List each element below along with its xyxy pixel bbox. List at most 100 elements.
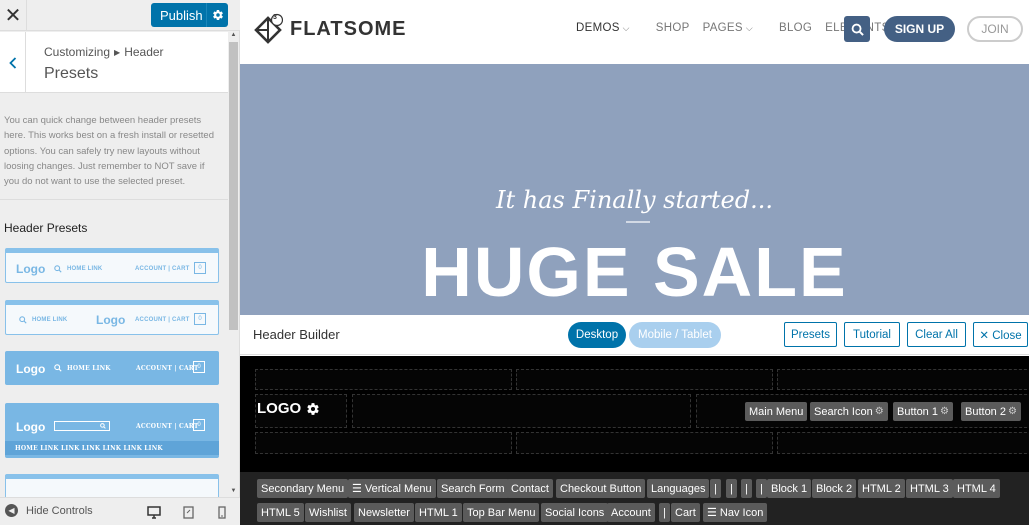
scrollbar-thumb[interactable] [229, 42, 238, 330]
header-builder-canvas: LOGO Main Menu Search Icon ⚙ Button 1 ⚙ Bu… [240, 356, 1029, 525]
header-builder-title: Header Builder [253, 327, 340, 342]
collapse-icon: ◀ [5, 504, 18, 517]
desktop-tab[interactable]: Desktop [568, 322, 626, 348]
element-search-icon[interactable]: Search Icon ⚙ [810, 402, 888, 421]
desktop-preview-icon[interactable] [146, 504, 162, 520]
mobile-preview-icon[interactable] [214, 504, 230, 520]
tutorial-button[interactable]: Tutorial [844, 322, 900, 347]
element-html-1[interactable]: HTML 1 [415, 503, 462, 522]
element-languages[interactable]: Languages [647, 479, 710, 498]
element-contact[interactable]: Contact [507, 479, 553, 498]
preset-nav: HOME LINK LINK LINK LINK LINK LINK [15, 445, 163, 452]
element-divider-2[interactable]: | [726, 479, 737, 498]
chevron-down-icon: ⌵ [622, 23, 630, 33]
header-preset-4[interactable]: Logo ACCOUNT | CART 0 HOME LINK LINK LIN… [5, 403, 219, 458]
element-vertical-menu[interactable]: ☰ Vertical Menu [348, 479, 436, 498]
customizer-sidebar: ✕ Publish Customizing ▶ Header Presets You… [0, 0, 240, 525]
scroll-down-icon[interactable]: ▼ [228, 488, 239, 494]
search-icon [54, 265, 62, 273]
close-customizer-button[interactable]: ✕ [0, 0, 27, 31]
tablet-preview-icon[interactable] [180, 504, 196, 520]
cart-icon: 0 [193, 361, 205, 373]
drop-zone-bottom-left[interactable] [255, 432, 512, 454]
element-top-bar-menu[interactable]: Top Bar Menu [463, 503, 540, 522]
gear-icon[interactable]: ⚙ [940, 406, 949, 417]
site-logo[interactable]: 3 FLATSOME [253, 13, 407, 45]
element-divider-4[interactable]: | [756, 479, 767, 498]
preset-account: ACCOUNT | CART [135, 266, 190, 272]
gear-icon[interactable] [206, 3, 228, 27]
nav-item-shop[interactable]: SHOP [656, 22, 690, 34]
scroll-up-icon[interactable]: ▲ [228, 32, 239, 38]
nav-label: DEMOS [576, 22, 620, 34]
preset-nav-band: HOME LINK LINK LINK LINK LINK LINK [5, 441, 219, 455]
drop-zone-top-right[interactable] [777, 369, 1029, 390]
logo-element-label: LOGO [257, 400, 302, 417]
element-secondary-menu[interactable]: Secondary Menu [257, 479, 349, 498]
publish-label: Publish [160, 7, 203, 23]
element-checkout-button[interactable]: Checkout Button [556, 479, 646, 498]
preset-logo: Logo [16, 262, 46, 276]
nav-item-blog[interactable]: BLOG [779, 22, 812, 34]
element-block-2[interactable]: Block 2 [812, 479, 857, 498]
publish-button[interactable]: Publish [151, 3, 228, 27]
gear-icon[interactable] [306, 402, 320, 416]
signup-button[interactable]: SIGN UP [884, 16, 955, 42]
element-divider-5[interactable]: | [659, 503, 670, 522]
hide-controls-label: Hide Controls [26, 504, 93, 517]
element-label: Button 1 [897, 405, 938, 418]
element-label: Button 2 [965, 405, 1006, 418]
drop-zone-main-left[interactable] [352, 394, 691, 428]
header-search-button[interactable] [844, 16, 870, 42]
nav-item-demos[interactable]: DEMOS ⌵ [576, 22, 643, 34]
header-preset-1[interactable]: Logo HOME LINK ACCOUNT | CART 0 [5, 248, 219, 283]
flatsome-logo-icon [254, 13, 283, 44]
divider [0, 199, 228, 200]
drop-zone-top-left[interactable] [255, 369, 512, 390]
element-main-menu[interactable]: Main Menu [745, 402, 808, 421]
element-html-3[interactable]: HTML 3 [906, 479, 953, 498]
element-divider-3[interactable]: | [741, 479, 752, 498]
element-divider-1[interactable]: | [710, 479, 721, 498]
element-button-2[interactable]: Button 2 ⚙ [961, 402, 1021, 421]
hide-controls-button[interactable]: ◀ Hide Controls [5, 504, 93, 517]
sidebar-scrollbar[interactable]: ▲ ▼ [228, 32, 239, 494]
preset-logo: Logo [16, 362, 46, 376]
drop-zone-bottom-center[interactable] [516, 432, 773, 454]
gear-icon[interactable]: ⚙ [1008, 406, 1017, 417]
element-cart[interactable]: Cart [671, 503, 700, 522]
nav-item-pages[interactable]: PAGES ⌵ [703, 22, 766, 34]
join-button[interactable]: JOIN [967, 16, 1023, 42]
preset-account: ACCOUNT | CART [136, 423, 199, 430]
section-title: Presets [44, 65, 99, 82]
header-preset-2[interactable]: HOME LINK Logo ACCOUNT | CART 0 [5, 300, 219, 335]
cart-icon: 0 [194, 313, 206, 325]
preset-account: ACCOUNT | CART [135, 317, 190, 323]
element-button-1[interactable]: Button 1 ⚙ [893, 402, 953, 421]
element-wishlist[interactable]: Wishlist [305, 503, 351, 522]
drop-zone-bottom-right[interactable] [777, 432, 1029, 454]
presets-button[interactable]: Presets [784, 322, 837, 347]
element-search-form[interactable]: Search Form [437, 479, 509, 498]
element-account[interactable]: Account [607, 503, 655, 522]
close-builder-button[interactable]: ✕ Close [973, 322, 1028, 347]
close-icon: ✕ [4, 5, 22, 27]
drop-zone-top-center[interactable] [516, 369, 773, 390]
gear-icon[interactable]: ⚙ [875, 406, 884, 417]
clear-all-button[interactable]: Clear All [907, 322, 966, 347]
mobile-tablet-tab[interactable]: Mobile / Tablet [629, 322, 721, 348]
element-html-2[interactable]: HTML 2 [858, 479, 905, 498]
available-elements: Secondary Menu ☰ Vertical Menu Search Fo… [240, 472, 1029, 525]
logo-element[interactable]: LOGO [257, 400, 320, 417]
element-nav-icon[interactable]: ☰ Nav Icon [703, 503, 768, 522]
header-preset-3[interactable]: Logo HOME LINK ACCOUNT | CART 0 [5, 351, 219, 385]
search-icon [851, 23, 864, 36]
element-block-1[interactable]: Block 1 [767, 479, 812, 498]
element-html-5[interactable]: HTML 5 [257, 503, 304, 522]
preset-nav: HOME LINK [67, 266, 103, 272]
element-newsletter[interactable]: Newsletter [354, 503, 414, 522]
element-social-icons[interactable]: Social Icons [541, 503, 609, 522]
hero-tagline: It has Finally started... [496, 186, 773, 214]
back-button[interactable] [0, 32, 26, 93]
element-html-4[interactable]: HTML 4 [953, 479, 1000, 498]
